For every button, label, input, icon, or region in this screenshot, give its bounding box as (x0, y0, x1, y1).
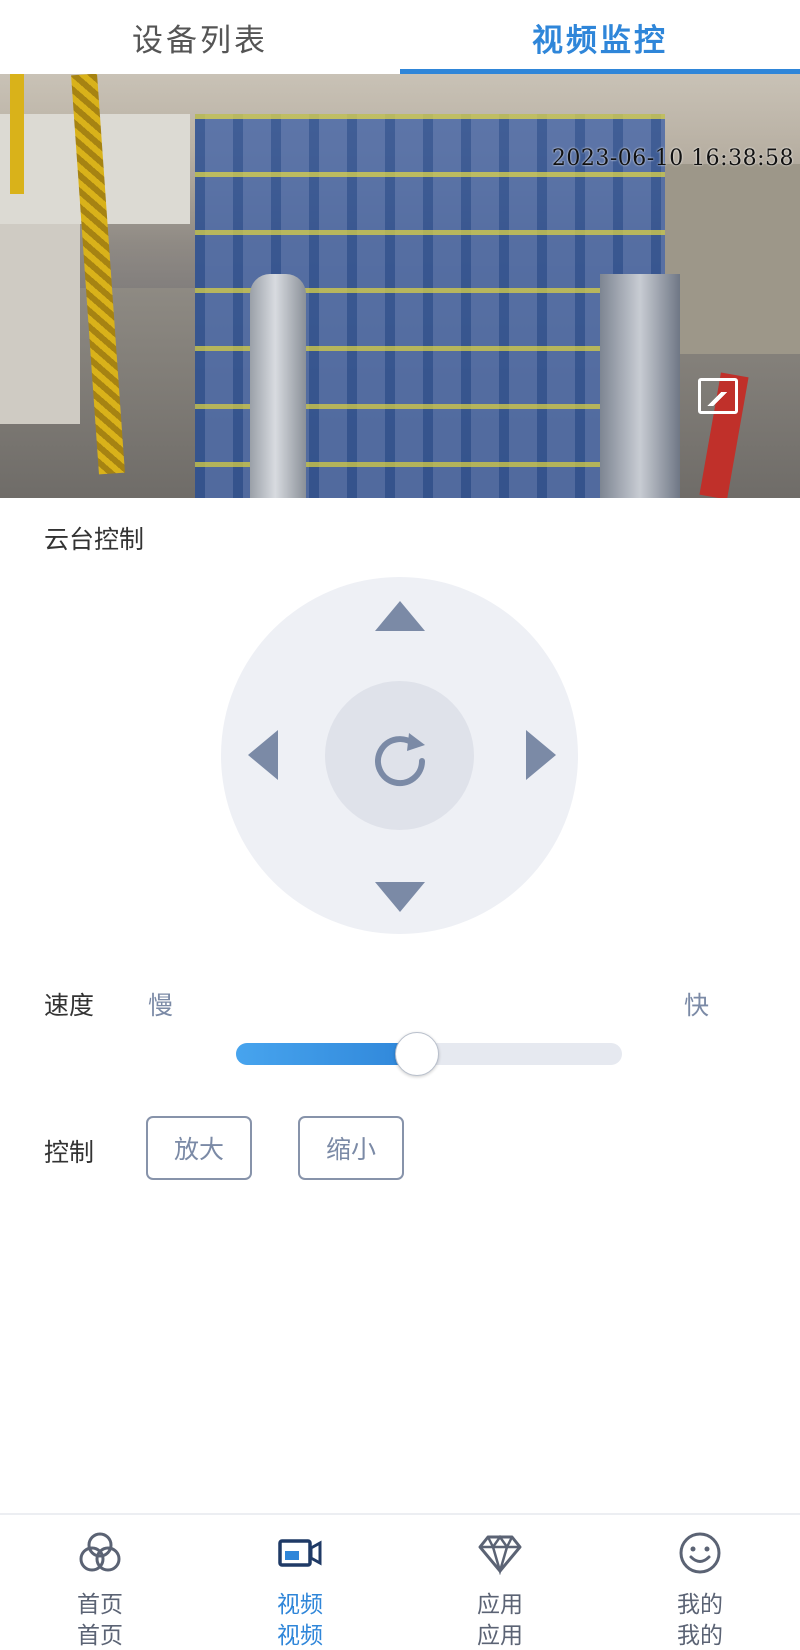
nav-label-home-duplicate: 首页 (77, 1623, 123, 1649)
video-feed[interactable]: 2023-06-10 16:38:58 (0, 74, 800, 498)
refresh-icon (374, 732, 425, 786)
nav-label-home: 首页 (77, 1592, 123, 1618)
smiley-icon (679, 1532, 721, 1574)
zoom-in-button[interactable]: 放大 (146, 1116, 252, 1180)
arrow-left-icon[interactable] (248, 730, 278, 780)
nav-label-apps-duplicate: 应用 (477, 1623, 523, 1649)
video-scene-building (660, 164, 800, 354)
control-label: 控制 (44, 1138, 95, 1167)
zoom-out-button[interactable]: 缩小 (298, 1116, 404, 1180)
tab-video-monitor[interactable]: 视频监控 (400, 0, 800, 74)
ptz-reset-button[interactable] (325, 681, 474, 830)
nav-item-apps[interactable]: 应用 应用 (400, 1515, 600, 1650)
video-scene-crane (10, 74, 24, 194)
home-rings-icon (79, 1532, 121, 1572)
nav-label-profile: 我的 (677, 1592, 723, 1618)
video-camera-icon (278, 1539, 322, 1567)
speed-label: 速度 (44, 991, 95, 1020)
nav-label-video-duplicate: 视频 (277, 1623, 323, 1649)
tab-device-list[interactable]: 设备列表 (0, 0, 400, 74)
arrow-down-icon[interactable] (375, 882, 425, 912)
video-scene-tower (600, 274, 680, 498)
speed-slider-fill (236, 1043, 418, 1065)
nav-item-profile[interactable]: 我的 我的 (600, 1515, 800, 1650)
speed-fast-label: 快 (684, 991, 710, 1020)
top-tab-bar: 设备列表 视频监控 (0, 0, 800, 74)
nav-item-video[interactable]: 视频 视频 (200, 1515, 400, 1650)
nav-label-video: 视频 (277, 1592, 323, 1618)
diamond-icon (478, 1534, 522, 1575)
speed-slow-label: 慢 (148, 991, 174, 1020)
video-timestamp: 2023-06-10 16:38:58 (551, 146, 794, 171)
video-scene-chimney (250, 274, 306, 498)
bottom-nav-bar: 首页 首页 视频 视频 应用 应用 我的 我的 (0, 1513, 800, 1650)
nav-item-home[interactable]: 首页 首页 (0, 1515, 200, 1650)
nav-label-apps: 应用 (477, 1592, 523, 1618)
video-scene-building (0, 224, 80, 424)
snapshot-icon[interactable] (698, 378, 738, 414)
nav-label-profile-duplicate: 我的 (677, 1623, 723, 1649)
ptz-control-pad (221, 577, 578, 934)
ptz-title: 云台控制 (44, 525, 145, 554)
arrow-up-icon[interactable] (375, 601, 425, 631)
arrow-right-icon[interactable] (526, 730, 556, 780)
speed-slider-handle[interactable] (395, 1032, 440, 1076)
speed-slider[interactable] (236, 1032, 622, 1076)
